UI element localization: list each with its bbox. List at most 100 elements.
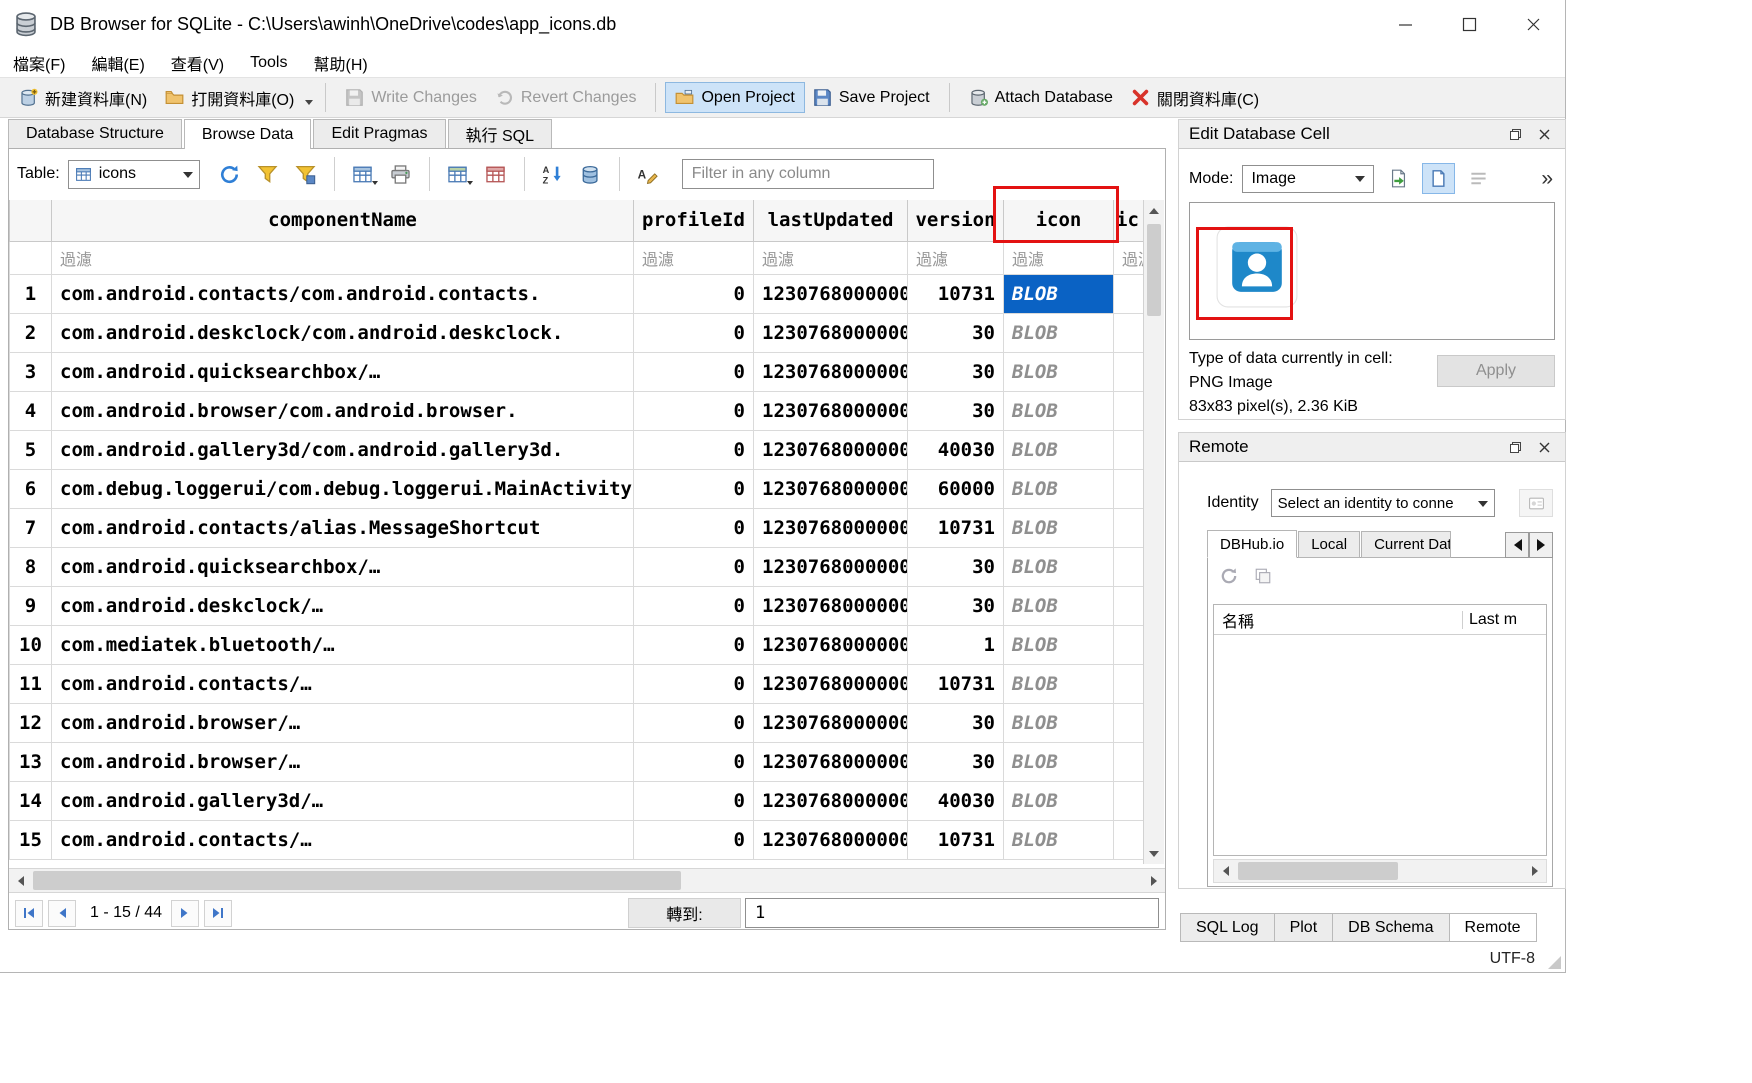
table-row[interactable]: 8 com.android.quicksearchbox/… 0 1230768…: [10, 547, 1147, 586]
remote-scroll-thumb[interactable]: [1238, 862, 1398, 880]
cell-version[interactable]: 30: [908, 547, 1004, 586]
cell-partial[interactable]: [1114, 391, 1147, 430]
undock-button[interactable]: [1504, 436, 1526, 458]
table-select[interactable]: icons: [68, 160, 200, 189]
cell-lastUpdated[interactable]: 1230768000000: [754, 469, 908, 508]
cell-icon[interactable]: BLOB: [1004, 508, 1114, 547]
cell-icon[interactable]: BLOB: [1004, 742, 1114, 781]
cell-icon[interactable]: BLOB: [1004, 703, 1114, 742]
cell-componentName[interactable]: com.debug.loggerui/com.debug.loggerui.Ma…: [52, 469, 634, 508]
attach-database-button[interactable]: Attach Database: [960, 83, 1122, 112]
cell-lastUpdated[interactable]: 1230768000000: [754, 313, 908, 352]
cell-profileId[interactable]: 0: [634, 664, 754, 703]
cell-icon[interactable]: BLOB: [1004, 430, 1114, 469]
next-page-button[interactable]: [171, 900, 199, 927]
row-number[interactable]: 12: [10, 703, 52, 742]
cell-lastUpdated[interactable]: 1230768000000: [754, 664, 908, 703]
tab-dbhub[interactable]: DBHub.io: [1207, 530, 1297, 558]
last-page-button[interactable]: [204, 900, 232, 927]
cell-lastUpdated[interactable]: 1230768000000: [754, 274, 908, 313]
encoding-indicator[interactable]: UTF-8: [1490, 950, 1535, 968]
word-wrap-toggle[interactable]: [1463, 164, 1494, 193]
cell-profileId[interactable]: 0: [634, 469, 754, 508]
cell-version[interactable]: 60000: [908, 469, 1004, 508]
filter-profileId[interactable]: 過濾: [634, 241, 754, 274]
cell-lastUpdated[interactable]: 1230768000000: [754, 547, 908, 586]
horizontal-scroll-thumb[interactable]: [33, 871, 681, 890]
undock-button[interactable]: [1504, 123, 1526, 145]
identity-settings-button[interactable]: [1519, 489, 1553, 517]
cell-icon[interactable]: BLOB: [1004, 586, 1114, 625]
close-database-button[interactable]: 關閉資料庫(C): [1122, 81, 1268, 115]
cell-lastUpdated[interactable]: 1230768000000: [754, 742, 908, 781]
menu-tools[interactable]: Tools: [237, 48, 300, 77]
cell-componentName[interactable]: com.android.browser/…: [52, 742, 634, 781]
new-database-button[interactable]: 新建資料庫(N): [10, 81, 156, 115]
open-project-button[interactable]: Open Project: [666, 83, 803, 112]
cell-version[interactable]: 10731: [908, 664, 1004, 703]
menu-file[interactable]: 檔案(F): [0, 48, 78, 77]
row-number[interactable]: 5: [10, 430, 52, 469]
filter-version[interactable]: 過濾: [908, 241, 1004, 274]
cell-version[interactable]: 30: [908, 391, 1004, 430]
cell-profileId[interactable]: 0: [634, 820, 754, 859]
vertical-scrollbar[interactable]: [1143, 200, 1164, 864]
save-project-button[interactable]: Save Project: [804, 83, 939, 112]
cell-icon[interactable]: BLOB: [1004, 547, 1114, 586]
cell-profileId[interactable]: 0: [634, 547, 754, 586]
tab-database-structure[interactable]: Database Structure: [8, 119, 182, 148]
tab-plot[interactable]: Plot: [1275, 913, 1334, 942]
cell-componentName[interactable]: com.android.quicksearchbox/…: [52, 352, 634, 391]
tab-browse-data[interactable]: Browse Data: [184, 119, 312, 149]
header-lastUpdated[interactable]: lastUpdated: [754, 200, 908, 241]
table-row[interactable]: 6 com.debug.loggerui/com.debug.loggerui.…: [10, 469, 1147, 508]
menu-edit[interactable]: 編輯(E): [78, 48, 157, 77]
horizontal-scrollbar[interactable]: [9, 868, 1165, 893]
table-row[interactable]: 4 com.android.browser/com.android.browse…: [10, 391, 1147, 430]
close-button[interactable]: [1501, 0, 1565, 48]
cell-icon[interactable]: BLOB: [1004, 469, 1114, 508]
table-row[interactable]: 1 com.android.contacts/com.android.conta…: [10, 274, 1147, 313]
last-modified-column-header[interactable]: Last m: [1462, 611, 1546, 629]
edit-cell-toggle-button[interactable]: A: [630, 158, 666, 191]
remote-horizontal-scrollbar[interactable]: [1213, 859, 1547, 883]
filter-componentName[interactable]: 過濾: [52, 241, 634, 274]
export-record-button[interactable]: [440, 158, 476, 191]
open-database-dropdown-icon[interactable]: [305, 100, 313, 109]
cell-lastUpdated[interactable]: 1230768000000: [754, 820, 908, 859]
import-data-button[interactable]: [1383, 164, 1414, 193]
cell-version[interactable]: 30: [908, 742, 1004, 781]
cell-profileId[interactable]: 0: [634, 430, 754, 469]
cell-partial[interactable]: [1114, 742, 1147, 781]
text-view-toggle[interactable]: [1423, 164, 1454, 193]
cell-profileId[interactable]: 0: [634, 781, 754, 820]
cell-version[interactable]: 10731: [908, 274, 1004, 313]
cell-lastUpdated[interactable]: 1230768000000: [754, 352, 908, 391]
filter-input[interactable]: [682, 159, 934, 189]
cell-icon[interactable]: BLOB: [1004, 352, 1114, 391]
cell-partial[interactable]: [1114, 430, 1147, 469]
cell-version[interactable]: 10731: [908, 508, 1004, 547]
cell-profileId[interactable]: 0: [634, 313, 754, 352]
cell-version[interactable]: 30: [908, 352, 1004, 391]
table-row[interactable]: 9 com.android.deskclock/… 0 123076800000…: [10, 586, 1147, 625]
resize-grip[interactable]: [1548, 956, 1561, 969]
first-page-button[interactable]: [15, 900, 43, 927]
cell-partial[interactable]: [1114, 586, 1147, 625]
cell-version[interactable]: 1: [908, 625, 1004, 664]
tab-remote[interactable]: Remote: [1450, 913, 1537, 942]
scroll-left-icon[interactable]: [9, 869, 31, 892]
sort-ascending-button[interactable]: A Z: [535, 158, 571, 191]
table-row[interactable]: 12 com.android.browser/… 0 1230768000000…: [10, 703, 1147, 742]
tab-scroll-left-button[interactable]: [1505, 532, 1529, 558]
cell-version[interactable]: 30: [908, 586, 1004, 625]
mode-select[interactable]: Image: [1242, 165, 1374, 193]
row-number[interactable]: 9: [10, 586, 52, 625]
cell-icon[interactable]: BLOB: [1004, 820, 1114, 859]
name-column-header[interactable]: 名稱: [1214, 608, 1462, 632]
cell-profileId[interactable]: 0: [634, 391, 754, 430]
table-row[interactable]: 14 com.android.gallery3d/… 0 12307680000…: [10, 781, 1147, 820]
cell-partial[interactable]: [1114, 703, 1147, 742]
cell-partial[interactable]: [1114, 274, 1147, 313]
cell-partial[interactable]: [1114, 352, 1147, 391]
